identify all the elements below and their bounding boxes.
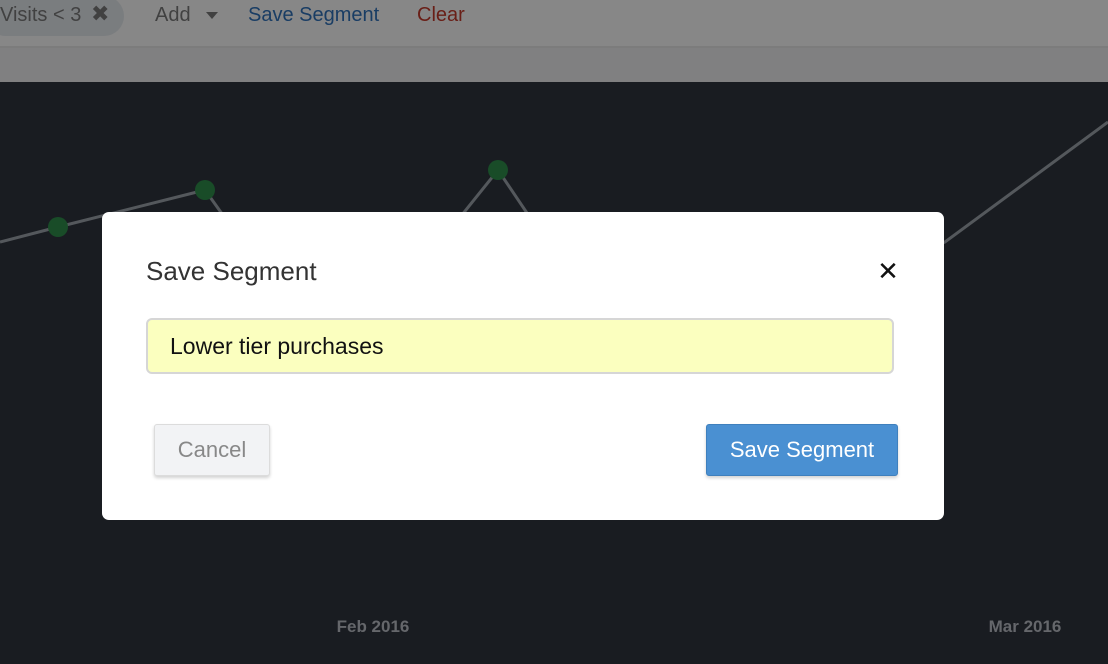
- dialog-title: Save Segment: [146, 256, 317, 286]
- segment-name-input[interactable]: [146, 318, 894, 374]
- close-icon[interactable]: ✕: [876, 258, 900, 284]
- app-root: Visits < 3 ✖ Add Save Segment Clear Feb …: [0, 0, 1108, 664]
- save-segment-button[interactable]: Save Segment: [706, 424, 898, 476]
- cancel-button[interactable]: Cancel: [154, 424, 270, 476]
- save-segment-dialog: Save Segment ✕ Cancel Save Segment: [102, 212, 944, 520]
